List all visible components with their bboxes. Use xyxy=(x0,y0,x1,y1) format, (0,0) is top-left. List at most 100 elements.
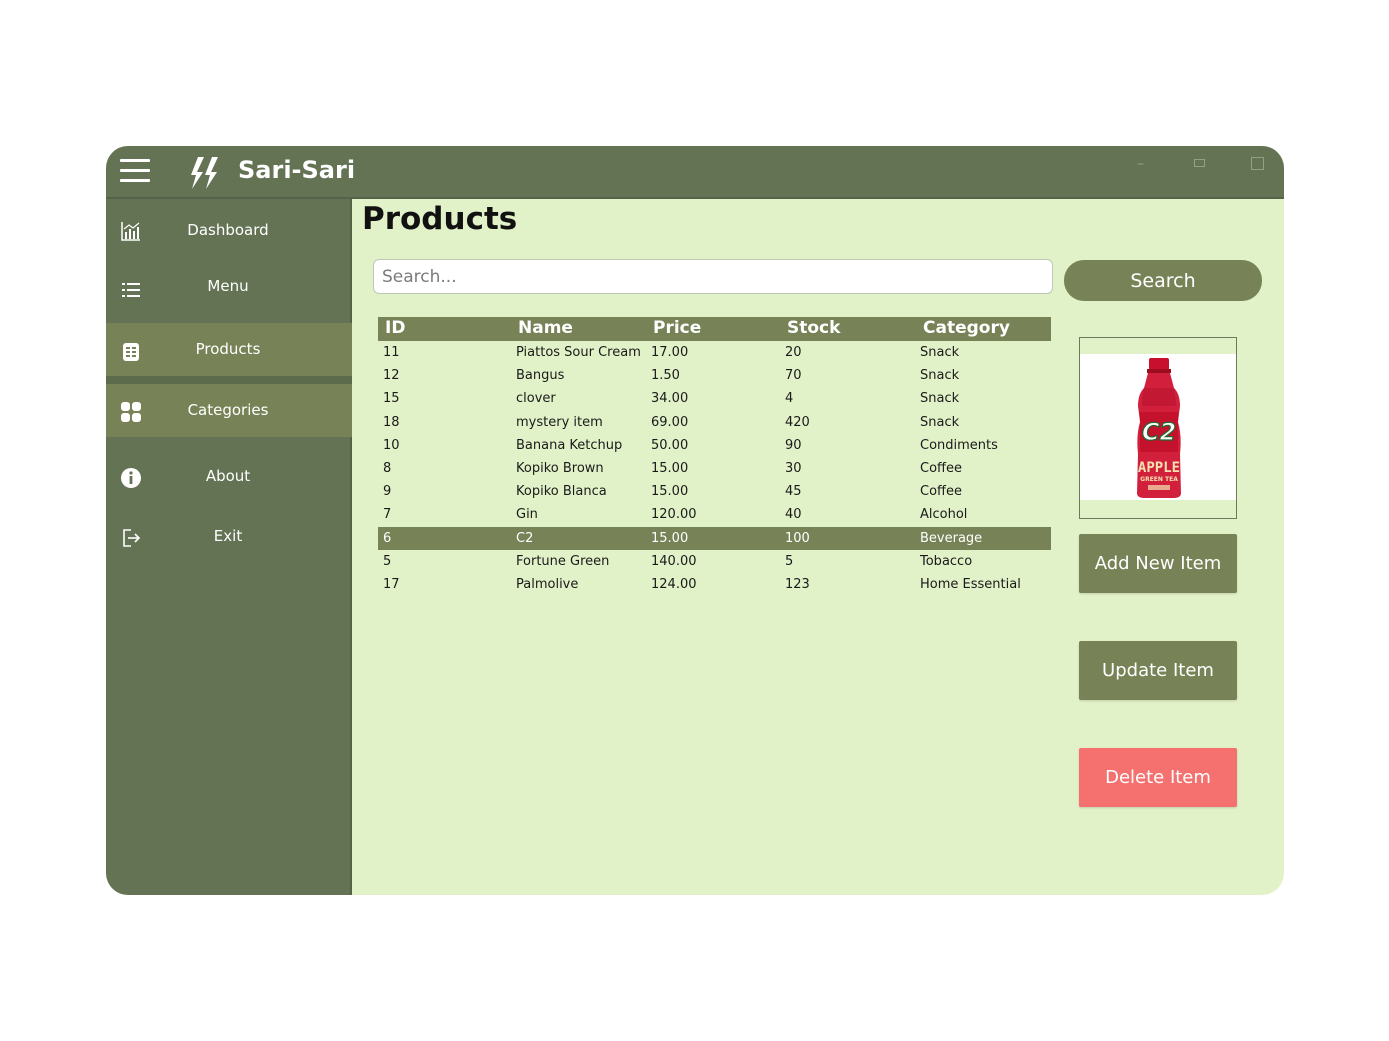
hamburger-menu-icon[interactable] xyxy=(120,159,150,183)
cell-id: 17 xyxy=(383,576,400,592)
logout-icon xyxy=(123,529,141,547)
cell-id: 18 xyxy=(383,414,400,430)
search-input[interactable] xyxy=(373,259,1053,294)
cell-price: 15.00 xyxy=(651,460,689,476)
cell-stock: 4 xyxy=(785,391,794,407)
sidebar: Dashboard Menu Products Categories About… xyxy=(106,199,352,895)
cell-id: 15 xyxy=(383,391,400,407)
cell-id: 5 xyxy=(383,553,392,569)
sidebar-item-label: Categories xyxy=(187,401,269,419)
sidebar-item-menu[interactable]: Menu xyxy=(106,261,352,313)
sub-text: GREEN TEA xyxy=(1140,476,1178,483)
cell-stock: 45 xyxy=(785,484,802,500)
cell-price: 34.00 xyxy=(651,391,689,407)
cell-category: Snack xyxy=(920,368,960,384)
cell-category: Snack xyxy=(920,414,960,430)
cell-stock: 420 xyxy=(785,414,810,430)
sidebar-item-exit[interactable]: Exit xyxy=(106,511,352,563)
info-icon xyxy=(121,468,141,488)
product-image: C2 APPLE GREEN TEA xyxy=(1080,354,1236,500)
column-header-id[interactable]: ID xyxy=(385,318,405,338)
grid-icon xyxy=(121,402,141,422)
sidebar-item-dashboard[interactable]: Dashboard xyxy=(106,203,352,255)
table-row[interactable]: 18 mystery item 69.00 420 Snack xyxy=(378,411,1051,434)
cell-name: Banana Ketchup xyxy=(516,437,623,453)
sidebar-item-label: Exit xyxy=(213,527,243,545)
cell-stock: 30 xyxy=(785,460,802,476)
cell-name: clover xyxy=(516,391,556,407)
table-row[interactable]: 5 Fortune Green 140.00 5 Tobacco xyxy=(378,550,1051,573)
table-row[interactable]: 10 Banana Ketchup 50.00 90 Condiments xyxy=(378,434,1051,457)
restore-button[interactable] xyxy=(1194,159,1205,167)
cell-id: 8 xyxy=(383,460,392,476)
sidebar-item-products[interactable]: Products xyxy=(106,323,352,376)
table-row-selected[interactable]: 6 C2 15.00 100 Beverage xyxy=(378,526,1051,550)
cell-price: 140.00 xyxy=(651,553,697,569)
cell-category: Coffee xyxy=(920,460,962,476)
cell-stock: 40 xyxy=(785,507,802,523)
cell-id: 9 xyxy=(383,484,392,500)
sidebar-item-categories[interactable]: Categories xyxy=(106,384,352,437)
flavor-text: APPLE xyxy=(1138,460,1180,476)
cell-id: 10 xyxy=(383,437,400,453)
cell-price: 120.00 xyxy=(651,507,697,523)
cell-price: 50.00 xyxy=(651,437,689,453)
cell-price: 15.00 xyxy=(651,484,689,500)
cell-name: Palmolive xyxy=(516,576,579,592)
sidebar-item-label: Dashboard xyxy=(187,221,269,239)
sidebar-item-label: About xyxy=(205,467,251,485)
search-button[interactable]: Search xyxy=(1064,260,1262,301)
column-header-name[interactable]: Name xyxy=(518,318,573,338)
cell-stock: 5 xyxy=(785,553,794,569)
app-logo-icon xyxy=(191,157,218,189)
cell-id: 6 xyxy=(383,530,392,546)
cell-category: Home Essential xyxy=(920,576,1021,592)
chart-icon xyxy=(121,222,140,241)
cell-category: Tobacco xyxy=(920,553,973,569)
page-title: Products xyxy=(362,201,518,237)
cell-price: 1.50 xyxy=(651,368,680,384)
c2-bottle-image: C2 APPLE GREEN TEA xyxy=(1137,358,1181,498)
table-row[interactable]: 15 clover 34.00 4 Snack xyxy=(378,387,1051,410)
sidebar-item-about[interactable]: About xyxy=(106,451,352,503)
table-row[interactable]: 17 Palmolive 124.00 123 Home Essential xyxy=(378,573,1051,596)
cell-name: Gin xyxy=(516,507,538,523)
maximize-button[interactable] xyxy=(1251,157,1264,170)
table-icon xyxy=(123,343,139,361)
cell-stock: 100 xyxy=(785,530,810,546)
cell-category: Alcohol xyxy=(920,507,968,523)
cell-stock: 90 xyxy=(785,437,802,453)
cell-id: 11 xyxy=(383,345,400,360)
cell-id: 7 xyxy=(383,507,392,523)
cell-category: Snack xyxy=(920,345,960,360)
minimize-button[interactable]: – xyxy=(1137,156,1144,172)
cell-stock: 123 xyxy=(785,576,810,592)
add-new-item-button[interactable]: Add New Item xyxy=(1079,534,1237,593)
cell-name: Fortune Green xyxy=(516,553,610,569)
cell-stock: 70 xyxy=(785,368,802,384)
update-item-button[interactable]: Update Item xyxy=(1079,641,1237,700)
cell-price: 69.00 xyxy=(651,414,689,430)
table-row[interactable]: 8 Kopiko Brown 15.00 30 Coffee xyxy=(378,457,1051,480)
main-content: Products Search ID Name Price Stock Cate… xyxy=(354,201,1284,895)
column-header-stock[interactable]: Stock xyxy=(787,318,840,338)
cell-name: mystery item xyxy=(516,414,603,430)
sidebar-divider xyxy=(106,376,352,384)
cell-name: C2 xyxy=(516,530,534,546)
products-table: ID Name Price Stock Category 11 Piattos … xyxy=(378,317,1051,596)
table-row[interactable]: 7 Gin 120.00 40 Alcohol xyxy=(378,503,1051,526)
table-row[interactable]: 11 Piattos Sour Cream 17.00 20 Snack xyxy=(378,341,1051,364)
cell-price: 124.00 xyxy=(651,576,697,592)
title-bar: Sari-Sari – xyxy=(106,146,1284,199)
cell-category: Condiments xyxy=(920,437,998,453)
cell-category: Snack xyxy=(920,391,960,407)
cell-name: Kopiko Blanca xyxy=(516,484,607,500)
cell-category: Beverage xyxy=(920,530,983,546)
table-row[interactable]: 9 Kopiko Blanca 15.00 45 Coffee xyxy=(378,480,1051,503)
product-image-frame: C2 APPLE GREEN TEA xyxy=(1079,337,1237,519)
table-row[interactable]: 12 Bangus 1.50 70 Snack xyxy=(378,364,1051,387)
delete-item-button[interactable]: Delete Item xyxy=(1079,748,1237,807)
column-header-price[interactable]: Price xyxy=(653,318,701,338)
sidebar-item-label: Menu xyxy=(207,277,249,295)
column-header-category[interactable]: Category xyxy=(923,318,1010,338)
